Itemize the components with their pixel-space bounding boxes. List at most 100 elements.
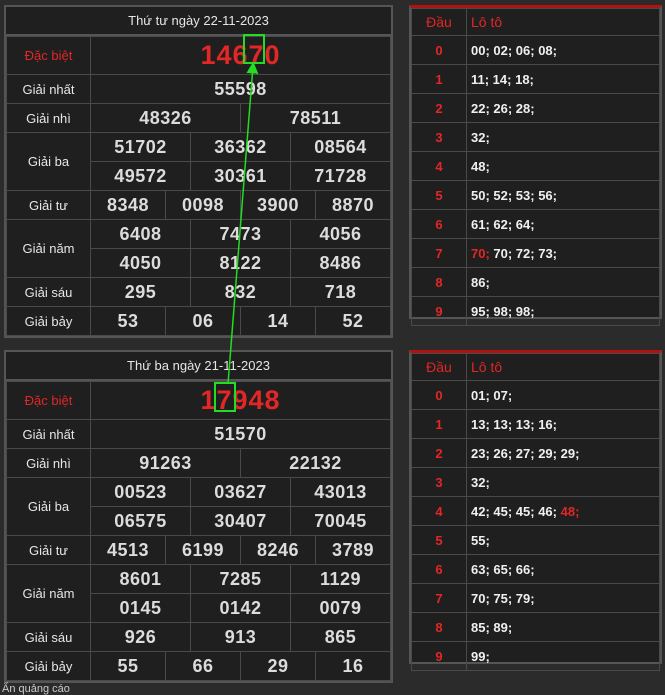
seventh-prize: 06 xyxy=(165,306,241,336)
fifth-prize: 4050 xyxy=(90,248,191,278)
label-giai-bay: Giải bảy xyxy=(6,306,91,336)
fourth-prize: 0098 xyxy=(165,190,241,220)
third-prize: 03627 xyxy=(190,477,291,507)
seventh-prize: 55 xyxy=(90,651,166,681)
loto-values: 85; 89; xyxy=(466,612,660,642)
fifth-prize: 8122 xyxy=(190,248,291,278)
seventh-prize: 16 xyxy=(315,651,391,681)
loto-dau: 7 xyxy=(411,238,467,268)
label-giai-nhat: Giải nhất xyxy=(6,74,91,104)
first-prize: 51570 xyxy=(90,419,391,449)
loto-dau: 6 xyxy=(411,554,467,584)
sixth-prize: 295 xyxy=(90,277,191,307)
label-giai-nhat: Giải nhất xyxy=(6,419,91,449)
loto-values: 86; xyxy=(466,267,660,297)
sixth-prize: 832 xyxy=(190,277,291,307)
loto-values-rest: 70; 72; 73; xyxy=(489,245,557,261)
loto-dau: 3 xyxy=(411,122,467,152)
loto-values: 01; 07; xyxy=(466,380,660,410)
third-prize: 30407 xyxy=(190,506,291,536)
seventh-prize: 29 xyxy=(240,651,316,681)
sixth-prize: 926 xyxy=(90,622,191,652)
third-prize: 51702 xyxy=(90,132,191,162)
loto-table: Đầu Lô tô 0 00; 02; 06; 08; 1 11; 14; 18; … xyxy=(411,8,660,326)
third-prize: 00523 xyxy=(90,477,191,507)
label-giai-ba: Giải ba xyxy=(6,477,91,536)
label-giai-nhi: Giải nhì xyxy=(6,103,91,133)
result-date-title: Thứ tư ngày 22-11-2023 xyxy=(6,7,391,36)
loto-values: 32; xyxy=(466,122,660,152)
fourth-prize: 8348 xyxy=(90,190,166,220)
fifth-prize: 8601 xyxy=(90,564,191,594)
seventh-prize: 52 xyxy=(315,306,391,336)
loto-values-rest: 42; 45; 45; 46; xyxy=(471,503,561,519)
loto-dau: 8 xyxy=(411,267,467,297)
label-giai-ba: Giải ba xyxy=(6,132,91,191)
loto-dau: 5 xyxy=(411,525,467,555)
label-giai-sau: Giải sáu xyxy=(6,622,91,652)
loto-dau: 0 xyxy=(411,380,467,410)
loto-dau: 2 xyxy=(411,93,467,123)
loto-panel-1: Đầu Lô tô 0 00; 02; 06; 08; 1 11; 14; 18; … xyxy=(409,5,662,326)
seventh-prize: 53 xyxy=(90,306,166,336)
third-prize: 08564 xyxy=(290,132,391,162)
loto-header-dau: Đầu xyxy=(411,8,467,36)
fifth-prize: 7473 xyxy=(190,219,291,249)
loto-header-dau: Đầu xyxy=(411,353,467,381)
loto-dau: 9 xyxy=(411,641,467,671)
loto-values: 50; 52; 53; 56; xyxy=(466,180,660,210)
fifth-prize: 4056 xyxy=(290,219,391,249)
seventh-prize: 66 xyxy=(165,651,241,681)
hide-ads-link[interactable]: Ẩn quảng cáo xyxy=(2,683,70,695)
special-prize: 14670 xyxy=(90,36,391,75)
loto-dau: 1 xyxy=(411,409,467,439)
loto-dau: 8 xyxy=(411,612,467,642)
loto-values: 11; 14; 18; xyxy=(466,64,660,94)
label-giai-tu: Giải tư xyxy=(6,535,91,565)
fifth-prize: 0142 xyxy=(190,593,291,623)
fourth-prize: 8246 xyxy=(240,535,316,565)
label-giai-bay: Giải bảy xyxy=(6,651,91,681)
fifth-prize: 7285 xyxy=(190,564,291,594)
fifth-prize: 1129 xyxy=(290,564,391,594)
loto-panel-2: Đầu Lô tô 0 01; 07; 1 13; 13; 13; 16; 2 23;… xyxy=(409,350,662,671)
loto-values: 13; 13; 13; 16; xyxy=(466,409,660,439)
second-prize: 48326 xyxy=(90,103,241,133)
label-dac-biet: Đặc biệt xyxy=(6,36,91,75)
fifth-prize: 0145 xyxy=(90,593,191,623)
loto-dau: 3 xyxy=(411,467,467,497)
label-dac-biet: Đặc biệt xyxy=(6,381,91,420)
loto-values: 32; xyxy=(466,467,660,497)
fourth-prize: 3789 xyxy=(315,535,391,565)
third-prize: 70045 xyxy=(290,506,391,536)
third-prize: 49572 xyxy=(90,161,191,191)
result-date-title: Thứ ba ngày 21-11-2023 xyxy=(6,352,391,381)
loto-dau: 7 xyxy=(411,583,467,613)
first-prize: 55598 xyxy=(90,74,391,104)
loto-dau: 6 xyxy=(411,209,467,239)
loto-values: 48; xyxy=(466,151,660,181)
fourth-prize: 3900 xyxy=(240,190,316,220)
fourth-prize: 6199 xyxy=(165,535,241,565)
loto-values: 00; 02; 06; 08; xyxy=(466,35,660,65)
seventh-prize: 14 xyxy=(240,306,316,336)
loto-dau: 5 xyxy=(411,180,467,210)
result-panel-2: Thứ ba ngày 21-11-2023 Đặc biệt 17948 Gi… xyxy=(4,350,393,683)
loto-values: 70; 75; 79; xyxy=(466,583,660,613)
sixth-prize: 913 xyxy=(190,622,291,652)
loto-table: Đầu Lô tô 0 01; 07; 1 13; 13; 13; 16; 2 23;… xyxy=(411,353,660,671)
label-giai-sau: Giải sáu xyxy=(6,277,91,307)
third-prize: 30361 xyxy=(190,161,291,191)
fourth-prize: 8870 xyxy=(315,190,391,220)
third-prize: 43013 xyxy=(290,477,391,507)
loto-values: 22; 26; 28; xyxy=(466,93,660,123)
loto-dau: 2 xyxy=(411,438,467,468)
result-table: Đặc biệt 14670 Giải nhất 55598 Giải nhì … xyxy=(6,36,391,336)
loto-values: 55; xyxy=(466,525,660,555)
second-prize: 22132 xyxy=(240,448,391,478)
loto-dau: 0 xyxy=(411,35,467,65)
label-giai-nam: Giải năm xyxy=(6,564,91,623)
third-prize: 36362 xyxy=(190,132,291,162)
loto-dau: 9 xyxy=(411,296,467,326)
loto-values: 70; 70; 72; 73; xyxy=(466,238,660,268)
